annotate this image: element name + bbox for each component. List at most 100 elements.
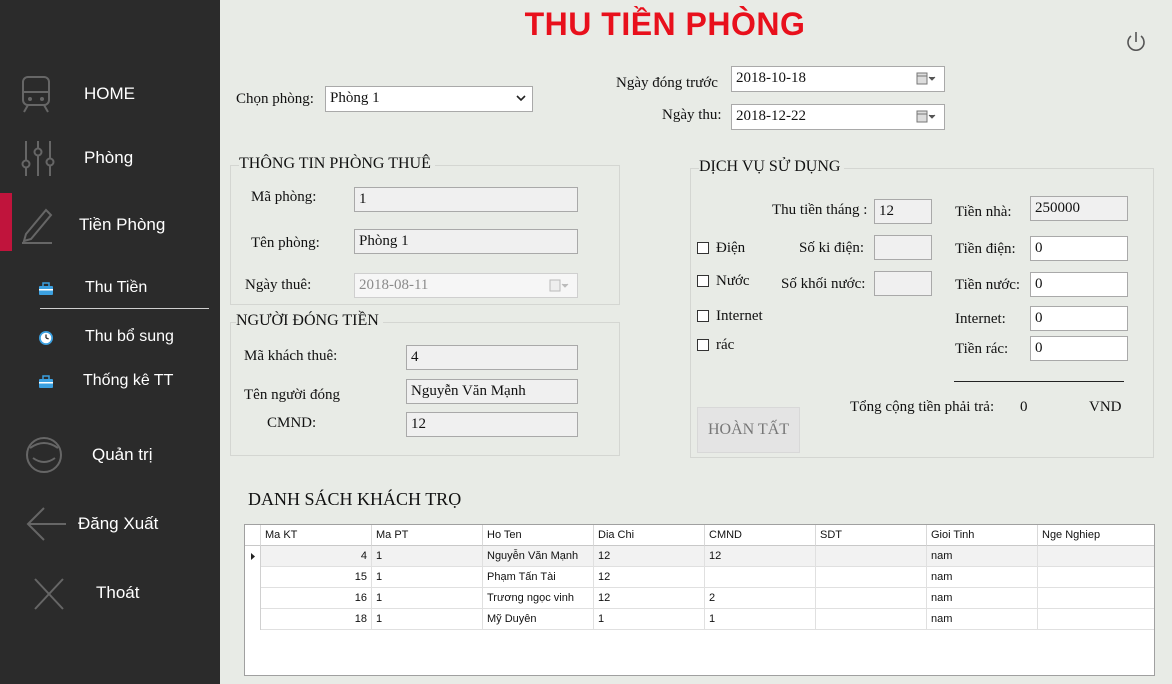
rent-field[interactable]: 250000	[1030, 196, 1128, 221]
row-header[interactable]	[245, 609, 261, 630]
rent-date-value: 2018-08-11	[359, 277, 429, 293]
row-header[interactable]	[245, 588, 261, 609]
electric-checkbox[interactable]	[697, 242, 709, 254]
sidebar: HOME Phòng Tiền Phòng Thu Tiền Thu bổ su…	[0, 0, 220, 684]
room-name-label: Tên phòng:	[251, 235, 320, 251]
column-header[interactable]: Ho Ten	[483, 525, 594, 546]
column-header[interactable]: SDT	[816, 525, 927, 546]
internet-fee-label: Internet:	[955, 311, 1006, 327]
table-row[interactable]: 15 1 Phạm Tấn Tài 12 nam	[245, 567, 1154, 588]
cell[interactable]	[1038, 609, 1154, 630]
cell[interactable]: nam	[927, 588, 1038, 609]
sidebar-item-thoat[interactable]: Thoát	[0, 572, 220, 616]
cell[interactable]: 1	[372, 609, 483, 630]
cell[interactable]: Trương ngọc vinh	[483, 588, 594, 609]
water-checkbox[interactable]	[697, 275, 709, 287]
sidebar-item-home[interactable]: HOME	[0, 72, 220, 116]
months-field[interactable]: 12	[874, 199, 932, 224]
cell[interactable]: 12	[705, 546, 816, 567]
prev-date-picker[interactable]: 2018-10-18	[731, 66, 945, 92]
cell[interactable]: Mỹ Duyên	[483, 609, 594, 630]
payer-name-label: Tên người đóng	[244, 387, 341, 403]
cell[interactable]: 18	[261, 609, 372, 630]
cell[interactable]: 1	[705, 609, 816, 630]
payer-name-field[interactable]: Nguyễn Văn Mạnh	[406, 379, 578, 404]
sidebar-item-quan-tri[interactable]: Quản trị	[0, 432, 220, 476]
room-id-field[interactable]: 1	[354, 187, 578, 212]
cell[interactable]: nam	[927, 567, 1038, 588]
trash-fee-field[interactable]: 0	[1030, 336, 1128, 361]
total-divider	[954, 381, 1124, 382]
sidebar-subitem-thu-tien[interactable]: Thu Tiền	[0, 278, 220, 300]
table-row[interactable]: 18 1 Mỹ Duyên 1 1 nam	[245, 609, 1154, 630]
sidebar-item-dang-xuat[interactable]: Đăng Xuất	[0, 502, 220, 546]
tenant-table[interactable]: Ma KT Ma PT Ho Ten Dia Chi CMND SDT Gioi…	[244, 524, 1155, 676]
prev-date-label: Ngày đóng trước	[616, 75, 718, 91]
cell[interactable]: 1	[372, 588, 483, 609]
cell[interactable]	[816, 609, 927, 630]
column-header[interactable]: CMND	[705, 525, 816, 546]
rent-date-label: Ngày thuê:	[245, 277, 312, 293]
electric-units-field[interactable]	[874, 235, 932, 260]
cell[interactable]: 1	[594, 609, 705, 630]
water-fee-field[interactable]: 0	[1030, 272, 1128, 297]
cell[interactable]: nam	[927, 609, 1038, 630]
sidebar-subitem-thong-ke[interactable]: Thống kê TT	[0, 371, 220, 393]
pen-icon	[22, 208, 53, 244]
cell[interactable]: 12	[594, 588, 705, 609]
cell[interactable]: 4	[261, 546, 372, 567]
sidebar-subitem-thu-bo-sung[interactable]: Thu bổ sung	[0, 327, 220, 349]
sidebar-item-label: HOME	[84, 84, 135, 103]
column-header[interactable]: Ma PT	[372, 525, 483, 546]
done-button[interactable]: HOÀN TẤT	[697, 407, 800, 453]
cell[interactable]	[1038, 567, 1154, 588]
sidebar-item-tien-phong[interactable]: Tiền Phòng	[0, 200, 220, 246]
internet-checkbox[interactable]	[697, 310, 709, 322]
table-row[interactable]: 4 1 Nguyễn Văn Mạnh 12 12 nam	[245, 546, 1154, 567]
trash-label: rác	[716, 337, 735, 353]
room-select[interactable]: Phòng 1	[325, 86, 533, 112]
cell[interactable]	[816, 546, 927, 567]
cell[interactable]	[816, 588, 927, 609]
table-row[interactable]: 16 1 Trương ngọc vinh 12 2 nam	[245, 588, 1154, 609]
cell[interactable]: 15	[261, 567, 372, 588]
cell[interactable]: 1	[372, 567, 483, 588]
electric-fee-label: Tiền điện:	[955, 241, 1016, 257]
prev-date-value: 2018-10-18	[736, 70, 806, 86]
column-header[interactable]: Ma KT	[261, 525, 372, 546]
cmnd-field[interactable]: 12	[406, 412, 578, 437]
current-row-icon	[251, 553, 255, 560]
collect-date-value: 2018-12-22	[736, 108, 806, 124]
power-icon[interactable]	[1124, 30, 1148, 54]
cell[interactable]: Nguyễn Văn Mạnh	[483, 546, 594, 567]
briefcase-icon	[39, 375, 53, 388]
collect-date-label: Ngày thu:	[662, 107, 722, 123]
trash-checkbox[interactable]	[697, 339, 709, 351]
cell[interactable]	[1038, 546, 1154, 567]
room-name-field[interactable]: Phòng 1	[354, 229, 578, 254]
cell[interactable]: 2	[705, 588, 816, 609]
column-header[interactable]: Dia Chi	[594, 525, 705, 546]
column-header[interactable]: Nge Nghiep	[1038, 525, 1154, 546]
internet-fee-field[interactable]: 0	[1030, 306, 1128, 331]
tenant-id-label: Mã khách thuê:	[244, 348, 338, 364]
cell[interactable]: 12	[594, 546, 705, 567]
cell[interactable]	[705, 567, 816, 588]
cell[interactable]: 12	[594, 567, 705, 588]
collect-date-picker[interactable]: 2018-12-22	[731, 104, 945, 130]
divider	[40, 308, 209, 309]
row-header[interactable]	[245, 567, 261, 588]
water-fee-label: Tiền nước:	[955, 277, 1021, 293]
cell[interactable]	[1038, 588, 1154, 609]
water-units-field[interactable]	[874, 271, 932, 296]
column-header[interactable]: Gioi Tinh	[927, 525, 1038, 546]
cell[interactable]: 1	[372, 546, 483, 567]
cell[interactable]	[816, 567, 927, 588]
cell[interactable]: 16	[261, 588, 372, 609]
cell[interactable]: nam	[927, 546, 1038, 567]
row-header[interactable]	[245, 546, 261, 567]
tenant-id-field[interactable]: 4	[406, 345, 578, 370]
sidebar-item-phong[interactable]: Phòng	[0, 136, 220, 180]
cell[interactable]: Phạm Tấn Tài	[483, 567, 594, 588]
electric-fee-field[interactable]: 0	[1030, 236, 1128, 261]
